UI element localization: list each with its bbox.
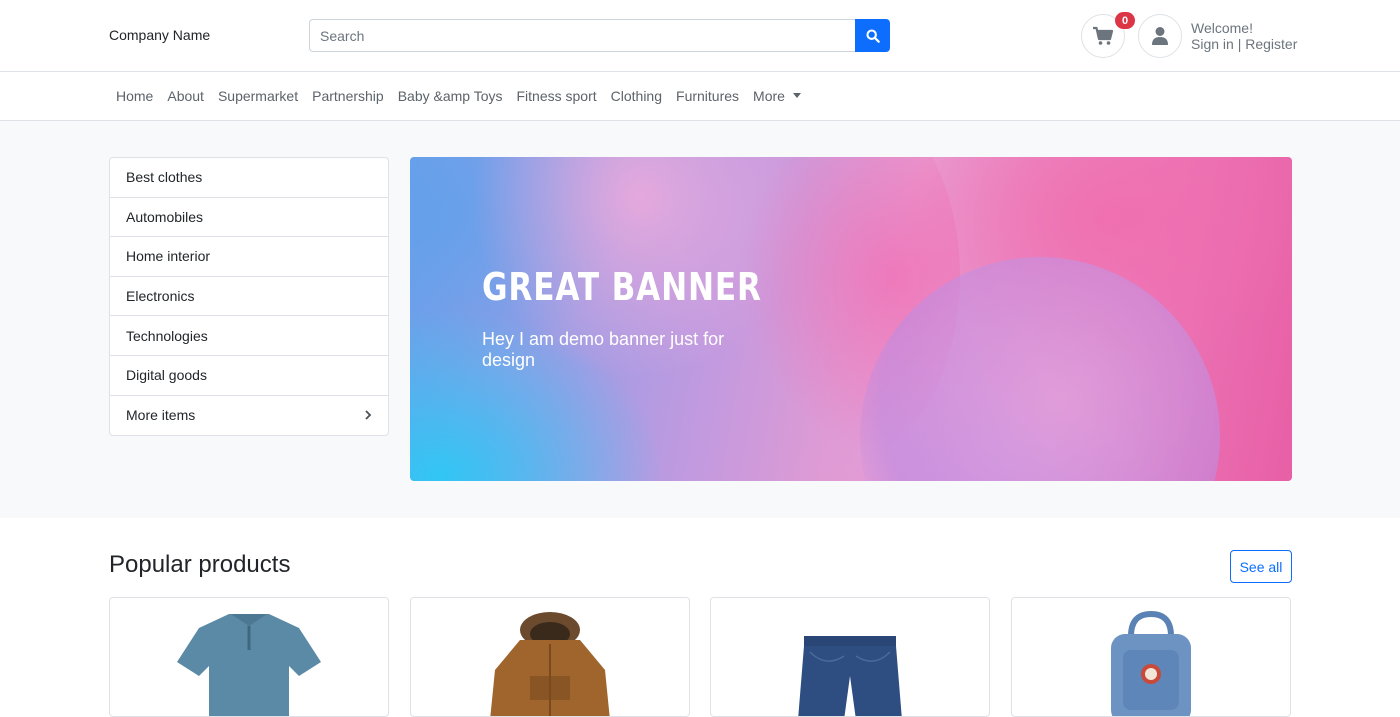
search-button[interactable] (855, 19, 890, 52)
search-icon (865, 28, 880, 43)
nav-item-about[interactable]: About (160, 88, 211, 104)
nav-item-baby-toys[interactable]: Baby &amp Toys (391, 88, 510, 104)
search-bar (309, 19, 890, 52)
category-item-more[interactable]: More items (110, 396, 388, 436)
caret-down-icon (792, 92, 801, 98)
cart-button[interactable]: 0 (1081, 12, 1135, 58)
see-all-button[interactable]: See all (1230, 550, 1292, 583)
category-item[interactable]: Electronics (110, 277, 388, 317)
nav-item-partnership[interactable]: Partnership (305, 88, 391, 104)
site-header: Company Name 0 Welcome! Sign in | Regist… (0, 0, 1400, 72)
nav-item-supermarket[interactable]: Supermarket (211, 88, 305, 104)
category-label: Best clothes (126, 169, 203, 186)
section-title: Popular products (109, 551, 291, 578)
search-input[interactable] (309, 19, 855, 52)
product-card[interactable] (1011, 597, 1291, 717)
parka-jacket-image (490, 612, 610, 716)
nav-item-fitness-sport[interactable]: Fitness sport (510, 88, 604, 104)
category-label: Digital goods (126, 367, 207, 384)
cart-count-badge: 0 (1115, 12, 1135, 29)
sign-in-link[interactable]: Sign in (1191, 36, 1234, 52)
category-label: Home interior (126, 248, 211, 265)
category-item[interactable]: Best clothes (110, 158, 388, 198)
auth-separator: | (1233, 36, 1246, 52)
nav-item-furnitures[interactable]: Furnitures (669, 88, 746, 104)
user-icon (1152, 27, 1168, 45)
category-label: Electronics (126, 288, 195, 305)
nav-item-clothing[interactable]: Clothing (604, 88, 669, 104)
nav-item-more[interactable]: More (746, 88, 808, 104)
promo-banner[interactable]: Great Banner Hey I am demo banner just f… (410, 157, 1292, 481)
register-link[interactable]: Register (1245, 36, 1297, 52)
chevron-right-icon (365, 410, 372, 420)
main-nav: Home About Supermarket Partnership Baby … (0, 72, 1400, 121)
category-label: Automobiles (126, 208, 204, 225)
banner-title: Great Banner (482, 265, 762, 309)
welcome-text: Welcome! (1191, 20, 1253, 36)
category-more-label: More items (126, 407, 196, 424)
nav-item-home[interactable]: Home (109, 88, 160, 104)
avatar[interactable] (1138, 14, 1182, 58)
category-label: Technologies (126, 327, 208, 344)
product-card[interactable] (109, 597, 389, 717)
product-card[interactable] (710, 597, 990, 717)
cart-icon (1093, 26, 1114, 45)
polo-shirt-image (177, 614, 321, 716)
product-grid (109, 597, 1292, 717)
category-item[interactable]: Home interior (110, 237, 388, 277)
hero-section: Best clothes Automobiles Home interior E… (0, 121, 1400, 518)
nav-more-label: More (753, 88, 785, 104)
category-list: Best clothes Automobiles Home interior E… (109, 157, 389, 437)
banner-subtitle: Hey I am demo banner just for design (482, 329, 725, 370)
company-name[interactable]: Company Name (109, 27, 210, 43)
category-item[interactable]: Technologies (110, 316, 388, 356)
category-item[interactable]: Automobiles (110, 198, 388, 238)
product-card[interactable] (410, 597, 690, 717)
category-item[interactable]: Digital goods (110, 356, 388, 396)
auth-links: Sign in | Register (1191, 36, 1297, 52)
backpack-image (1111, 610, 1191, 716)
denim-shorts-image (798, 636, 902, 716)
